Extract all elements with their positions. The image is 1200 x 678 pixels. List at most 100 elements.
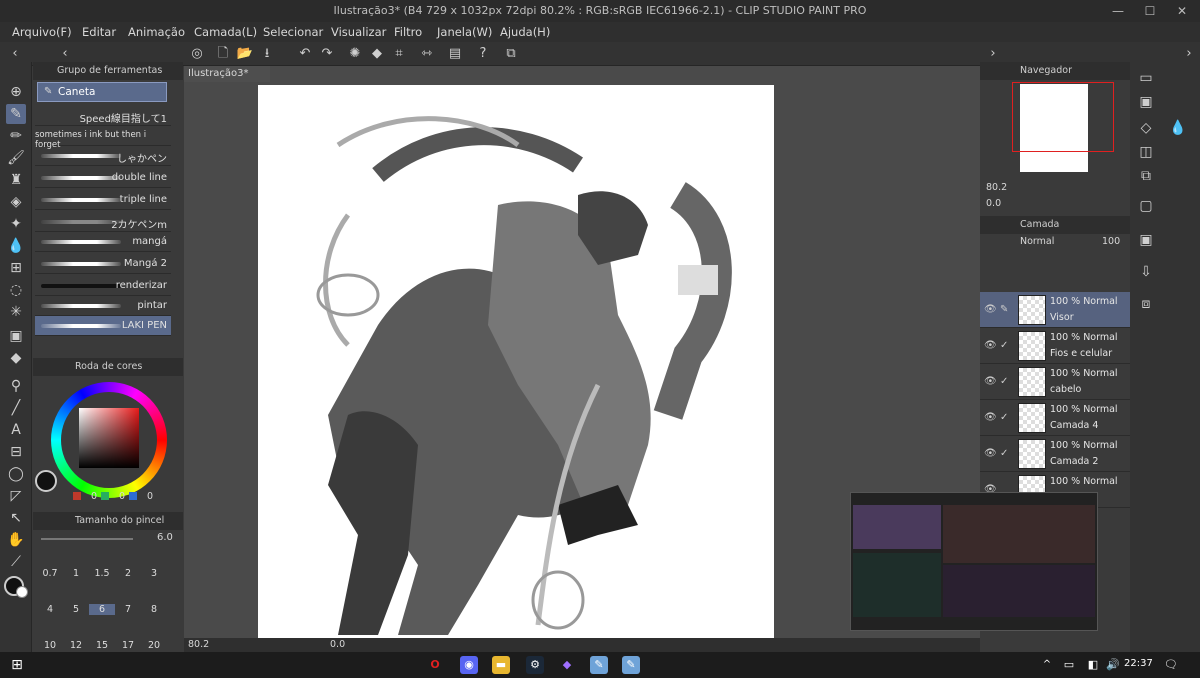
layer-row[interactable]: 👁 ✓ 100 % Normal Camada 2	[980, 436, 1130, 472]
chevron-left-icon[interactable]: ‹	[56, 45, 74, 63]
navigator-angle[interactable]: 0.0	[986, 198, 1001, 209]
export-icon[interactable]: ⧉	[502, 45, 520, 63]
palette-icon[interactable]: ▢	[1136, 196, 1156, 216]
open-folder-icon[interactable]: 📂	[236, 45, 254, 63]
minimize-button[interactable]: —	[1110, 3, 1126, 19]
chevron-left-icon[interactable]: ‹	[6, 45, 24, 63]
palette-icon[interactable]: ▣	[1136, 230, 1156, 250]
active-tool-caneta[interactable]: ✎ Caneta	[37, 82, 167, 102]
menu-ajuda[interactable]: Ajuda(H)	[500, 25, 550, 39]
airbrush-icon[interactable]: ♜	[6, 170, 26, 190]
text-icon[interactable]: A	[6, 420, 26, 440]
eye-icon[interactable]: 👁	[984, 304, 997, 315]
check-icon[interactable]: ✓	[1000, 376, 1008, 387]
ruler-icon[interactable]: ◸	[6, 486, 26, 506]
eye-icon[interactable]: 👁	[984, 376, 997, 387]
red-value[interactable]: 0	[91, 491, 97, 502]
palette-icon[interactable]: ⇩	[1136, 262, 1156, 282]
grid-icon[interactable]: ⊞	[6, 258, 26, 278]
layer-row[interactable]: 👁 ✓ 100 % Normal Fios e celular	[980, 328, 1130, 364]
chevron-right-icon[interactable]: ›	[984, 45, 1002, 63]
size-option[interactable]: 2	[115, 568, 141, 579]
size-option[interactable]: 0.7	[37, 568, 63, 579]
size-option[interactable]: 10	[37, 640, 63, 651]
chevron-up-icon[interactable]: ^	[1038, 656, 1056, 674]
fill-icon[interactable]: ◆	[368, 45, 386, 63]
brush-item[interactable]: Mangá 2	[35, 254, 171, 274]
volume-icon[interactable]: 🔊	[1104, 656, 1122, 674]
sub-color-swatch[interactable]	[16, 586, 28, 598]
flip-icon[interactable]: ⇿	[418, 45, 436, 63]
eye-icon[interactable]: 👁	[984, 412, 997, 423]
size-option-selected[interactable]: 6	[89, 604, 115, 615]
layer-row[interactable]: 👁 ✎ 100 % Normal Visor	[980, 292, 1130, 328]
check-icon[interactable]: ✓	[1000, 448, 1008, 459]
fill-bucket-icon[interactable]: ◆	[6, 348, 26, 368]
size-option[interactable]: 5	[63, 604, 89, 615]
file-explorer-icon[interactable]: ▬	[492, 656, 510, 674]
menu-filtro[interactable]: Filtro	[394, 25, 422, 39]
maximize-button[interactable]: ☐	[1142, 3, 1158, 19]
palette-icon[interactable]: ▣	[1136, 92, 1156, 112]
pen-icon[interactable]: ✎	[1000, 304, 1008, 315]
size-option[interactable]: 7	[115, 604, 141, 615]
balloon-icon[interactable]: ◯	[6, 464, 26, 484]
display-icon[interactable]: ◧	[1084, 656, 1102, 674]
clock[interactable]: 22:37	[1124, 658, 1153, 669]
check-icon[interactable]: ✓	[1000, 340, 1008, 351]
brush-item[interactable]: triple line	[35, 190, 171, 210]
undo-icon[interactable]: ↶	[296, 45, 314, 63]
brush-item[interactable]: pintar	[35, 296, 171, 316]
size-option[interactable]: 4	[37, 604, 63, 615]
eyedropper-icon[interactable]: ⟋	[6, 552, 26, 572]
auto-select-icon[interactable]: ✳	[6, 302, 26, 322]
brush-item[interactable]: sometimes i ink but then i forget	[35, 126, 171, 150]
app-home-icon[interactable]: ◎	[188, 45, 206, 63]
brush-item[interactable]: renderizar	[35, 276, 171, 296]
palette-icon[interactable]: ▭	[1136, 68, 1156, 88]
brush-item[interactable]: double line	[35, 168, 171, 188]
zoom-icon[interactable]: ⚲	[6, 376, 26, 396]
blend-mode-select[interactable]: Normal	[1020, 236, 1054, 247]
operation-icon[interactable]: ↖	[6, 508, 26, 528]
main-color-swatch[interactable]	[35, 470, 57, 492]
angle-readout[interactable]: 0.0	[330, 639, 345, 650]
menu-arquivo[interactable]: Arquivo(F)	[12, 25, 72, 39]
saturation-value-square[interactable]	[79, 408, 139, 468]
size-option[interactable]: 15	[89, 640, 115, 651]
palette-icon[interactable]: ⧈	[1136, 294, 1156, 314]
size-option[interactable]: 1.5	[89, 568, 115, 579]
palette-icon[interactable]: ⧉	[1136, 166, 1156, 186]
layers-icon[interactable]: ◇	[1136, 118, 1156, 138]
pencil-icon[interactable]: ✏	[6, 126, 26, 146]
clip-studio-icon[interactable]: ✎	[590, 656, 608, 674]
size-option[interactable]: 3	[141, 568, 167, 579]
steam-icon[interactable]: ⚙	[526, 656, 544, 674]
eraser-icon[interactable]: ◈	[6, 192, 26, 212]
blue-value[interactable]: 0	[147, 491, 153, 502]
sparkle-icon[interactable]: ✺	[346, 45, 364, 63]
discord-icon[interactable]: ◉	[460, 656, 478, 674]
check-icon[interactable]: ✓	[1000, 412, 1008, 423]
notification-icon[interactable]: 🗨	[1162, 656, 1180, 674]
eye-icon[interactable]: 👁	[984, 448, 997, 459]
size-option[interactable]: 1	[63, 568, 89, 579]
help-icon[interactable]: ?	[474, 45, 492, 63]
gradient-icon[interactable]: ▣	[6, 326, 26, 346]
eye-icon[interactable]: 👁	[984, 340, 997, 351]
menu-selecionar[interactable]: Selecionar	[263, 25, 323, 39]
navigator-zoom[interactable]: 80.2	[986, 182, 1007, 193]
brush-item[interactable]: しゃかペン	[35, 146, 171, 166]
frame-icon[interactable]: ⊟	[6, 442, 26, 462]
brush-item[interactable]: Speed線目指して1	[35, 106, 171, 126]
redo-icon[interactable]: ↷	[318, 45, 336, 63]
palette-icon[interactable]: ◫	[1136, 142, 1156, 162]
layer-opacity[interactable]: 100	[1102, 236, 1120, 247]
menu-editar[interactable]: Editar	[82, 25, 116, 39]
app-icon[interactable]: ◆	[558, 656, 576, 674]
transform-icon[interactable]: ⌗	[390, 45, 408, 63]
decoration-icon[interactable]: ✦	[6, 214, 26, 234]
clip-studio-icon[interactable]: ✎	[622, 656, 640, 674]
network-icon[interactable]: ▭	[1060, 656, 1078, 674]
line-icon[interactable]: ╱	[6, 398, 26, 418]
